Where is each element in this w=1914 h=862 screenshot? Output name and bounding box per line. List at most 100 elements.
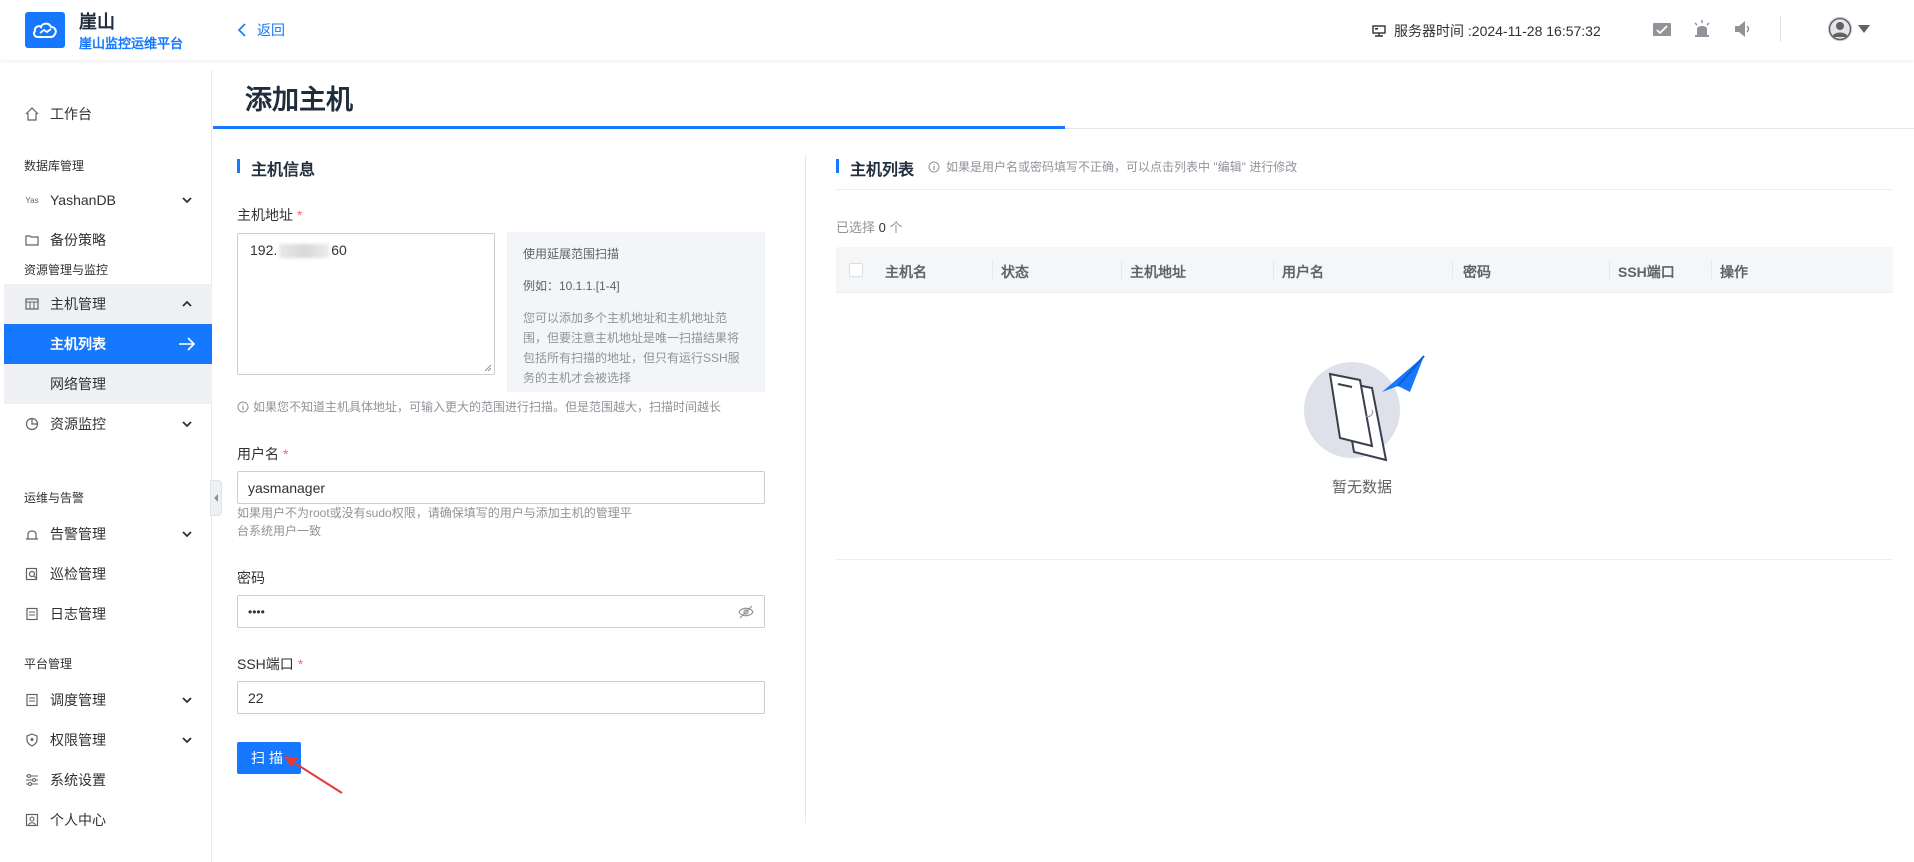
host-address-textarea[interactable]: 192. 60 — [237, 233, 495, 375]
sidebar-item-yashandb[interactable]: Yas YashanDB — [4, 180, 212, 220]
hint-title: 使用延展范围扫描 — [523, 247, 620, 261]
yashan-icon: Yas — [25, 195, 39, 205]
sidebar-item-label: 巡检管理 — [50, 566, 106, 582]
column-header-status[interactable]: 状态 — [1001, 262, 1029, 282]
sidebar-item-label: 权限管理 — [50, 732, 106, 748]
empty-data-text: 暂无数据 — [1332, 479, 1393, 496]
hint-body: 您可以添加多个主机地址和主机地址范围，但要注意主机地址是唯一扫描结果将包括所有扫… — [523, 311, 740, 385]
alarm-light-icon[interactable] — [1692, 20, 1712, 38]
sidebar-item-label: 日志管理 — [50, 606, 106, 622]
sidebar-item-label: 告警管理 — [50, 526, 106, 542]
column-header-password[interactable]: 密码 — [1463, 262, 1491, 282]
shield-icon — [24, 732, 40, 748]
username-note: 如果用户不为root或没有sudo权限，请确保填写的用户与添加主机的管理平台系统… — [237, 506, 632, 538]
host-table-header: 主机名 状态 主机地址 用户名 密码 SSH端口 操作 — [836, 247, 1893, 293]
inspect-icon — [24, 566, 40, 582]
sidebar-item-label: 主机管理 — [50, 296, 106, 312]
monitor-check-icon[interactable] — [1652, 20, 1672, 38]
sidebar-item-personal[interactable]: 个人中心 — [4, 800, 212, 840]
sidebar-collapse-toggle[interactable] — [210, 480, 222, 516]
sidebar-group-db: 数据库管理 — [24, 159, 85, 173]
column-separator — [1121, 261, 1122, 279]
sidebar-item-resource-monitor[interactable]: 资源监控 — [4, 404, 212, 444]
server-time-text: 服务器时间 :2024-11-28 16:57:32 — [1394, 23, 1601, 39]
column-header-address[interactable]: 主机地址 — [1130, 262, 1186, 282]
column-separator — [1609, 261, 1610, 279]
title-active-bar — [213, 126, 1065, 129]
hint-example: 例如：10.1.1.[1-4] — [523, 279, 620, 293]
username-input[interactable]: yasmanager — [237, 471, 765, 504]
back-button[interactable]: 返回 — [237, 20, 285, 40]
sidebar-item-host-list[interactable]: 主机列表 — [4, 324, 212, 364]
document-icon — [24, 606, 40, 622]
column-separator — [992, 261, 993, 279]
password-label: 密码 — [237, 570, 265, 586]
sidebar-item-schedule[interactable]: 调度管理 — [4, 680, 212, 720]
empty-data-illustration-icon — [1304, 355, 1425, 462]
range-scan-hint: 使用延展范围扫描 例如：10.1.1.[1-4] 您可以添加多个主机地址和主机地… — [507, 232, 765, 392]
user-avatar-icon[interactable] — [1828, 17, 1852, 41]
sidebar-item-workbench[interactable]: 工作台 — [4, 94, 212, 134]
eye-hidden-icon[interactable] — [738, 605, 754, 619]
chevron-down-icon — [182, 737, 192, 744]
top-header: 崖山 崖山监控运维平台 返回 服务器时间 :2024-11-28 16:57:3… — [0, 0, 1914, 60]
page-title: 添加主机 — [245, 85, 353, 115]
sidebar-item-backup[interactable]: 备份策略 — [4, 220, 212, 260]
chevron-down-icon — [182, 197, 192, 204]
sidebar-item-alert[interactable]: 告警管理 — [4, 514, 212, 554]
info-icon — [928, 161, 940, 172]
sliders-icon — [24, 772, 40, 788]
select-all-checkbox[interactable] — [849, 263, 863, 277]
sidebar-group-platform: 平台管理 — [24, 657, 73, 671]
panel-divider — [805, 155, 806, 823]
chevron-up-icon — [182, 300, 192, 307]
sidebar-item-label: 系统设置 — [50, 772, 106, 788]
speaker-icon[interactable] — [1733, 20, 1753, 38]
folder-icon — [24, 232, 40, 248]
host-address-note: 如果您不知道主机具体地址，可输入更大的范围进行扫描。但是范围越大，扫描时间越长 — [237, 398, 721, 416]
sidebar-item-label: 个人中心 — [50, 812, 106, 828]
column-header-actions: 操作 — [1720, 264, 1748, 280]
host-address-label: 主机地址 * — [237, 207, 303, 223]
ssh-port-label: SSH端口 * — [237, 656, 304, 672]
back-label: 返回 — [257, 22, 285, 38]
host-list-divider — [836, 189, 1893, 190]
sidebar-item-label: 网络管理 — [50, 376, 106, 392]
sidebar-item-label: 资源监控 — [50, 416, 106, 432]
column-header-hostname[interactable]: 主机名 — [885, 262, 927, 282]
user-menu-caret-icon[interactable] — [1858, 25, 1870, 33]
sidebar-item-label: 调度管理 — [50, 692, 106, 708]
sidebar-item-permission[interactable]: 权限管理 — [4, 720, 212, 760]
schedule-icon — [24, 692, 40, 708]
chevron-left-icon — [237, 23, 246, 37]
sidebar-item-log[interactable]: 日志管理 — [4, 594, 212, 634]
column-header-ssh-port[interactable]: SSH端口 — [1618, 262, 1675, 282]
column-separator — [1273, 261, 1274, 279]
sidebar: 工作台 数据库管理 Yas YashanDB 备份策略 资源管理与监控 主机管理… — [4, 70, 212, 862]
alarm-icon — [24, 526, 40, 542]
sidebar-item-label: 工作台 — [50, 106, 92, 122]
column-separator — [1452, 261, 1453, 279]
username-label: 用户名 * — [237, 446, 289, 462]
password-input[interactable]: •••• — [237, 595, 765, 628]
info-icon — [237, 401, 249, 413]
host-list-hint: 如果是用户名或密码填写不正确，可以点击列表中 "编辑" 进行修改 — [928, 158, 1297, 175]
resize-grip-icon[interactable] — [484, 364, 492, 372]
sidebar-group-ops: 运维与告警 — [24, 491, 85, 505]
annotation-arrow-icon — [284, 756, 343, 794]
sidebar-group-resources: 资源管理与监控 — [24, 263, 109, 277]
cloud-logo-icon — [25, 12, 65, 48]
user-card-icon — [24, 812, 40, 828]
sidebar-item-settings[interactable]: 系统设置 — [4, 760, 212, 800]
header-divider — [1780, 16, 1781, 42]
column-header-username[interactable]: 用户名 — [1282, 262, 1324, 282]
brand-name: 崖山 — [79, 12, 115, 32]
chevron-down-icon — [182, 531, 192, 538]
sidebar-item-inspect[interactable]: 巡检管理 — [4, 554, 212, 594]
sidebar-item-host-management[interactable]: 主机管理 — [4, 284, 212, 324]
section-title-host-info: 主机信息 — [237, 156, 315, 180]
ssh-port-input[interactable]: 22 — [237, 681, 765, 714]
sidebar-item-network[interactable]: 网络管理 — [4, 364, 212, 404]
column-separator — [1711, 261, 1712, 279]
server-icon — [1372, 25, 1386, 37]
